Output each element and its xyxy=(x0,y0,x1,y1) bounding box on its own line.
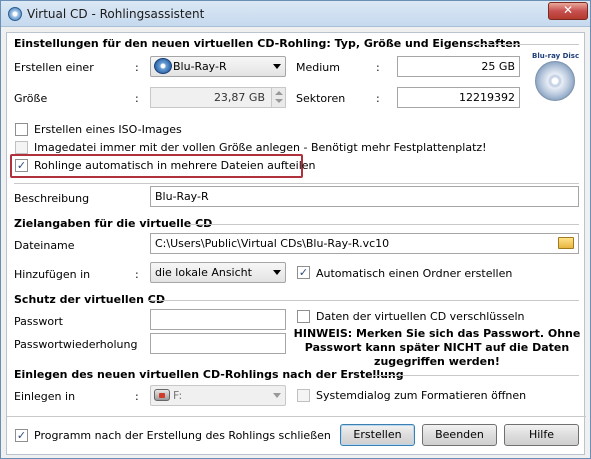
format-checkbox[interactable] xyxy=(297,389,310,402)
add-to-colon: : xyxy=(135,268,139,281)
size-label: Größe xyxy=(14,92,48,105)
protection-heading: Schutz der virtuellen CD xyxy=(14,293,165,306)
insert-heading: Einlegen des neuen virtuellen CD-Rohling… xyxy=(14,368,404,381)
target-separator xyxy=(187,224,579,225)
chevron-down-icon xyxy=(273,64,281,69)
size-colon: : xyxy=(135,92,139,105)
chevron-down-icon xyxy=(273,270,281,275)
bluray-disc-icon xyxy=(154,58,172,74)
target-heading: Zielangaben für die virtuelle CD xyxy=(14,217,213,230)
password-label: Passwort xyxy=(14,315,63,328)
size-spinbox[interactable]: 23,87 GB xyxy=(150,87,286,108)
create-type-value: Blu-Ray-R xyxy=(173,60,227,73)
sectors-colon: : xyxy=(376,92,380,105)
password-repeat-input[interactable] xyxy=(150,333,286,354)
settings-heading: Einstellungen für den neuen virtuellen C… xyxy=(14,37,521,50)
create-button[interactable]: Erstellen xyxy=(340,424,415,446)
hint-line-2: Passwort kann später NICHT auf die Daten xyxy=(304,341,570,354)
virtual-cd-app-icon xyxy=(8,7,22,21)
add-to-label: Hinzufügen in xyxy=(14,268,91,281)
auto-folder-label[interactable]: Automatisch einen Ordner erstellen xyxy=(316,267,512,280)
encrypt-checkbox[interactable] xyxy=(297,310,310,323)
spin-buttons[interactable] xyxy=(271,88,285,107)
insert-label: Einlegen in xyxy=(14,390,76,403)
iso-label[interactable]: Erstellen eines ISO-Images xyxy=(34,123,182,136)
format-label[interactable]: Systemdialog zum Formatieren öffnen xyxy=(316,389,526,402)
protection-separator xyxy=(149,300,579,301)
spin-up-icon[interactable] xyxy=(275,91,283,95)
settings-bottom-separator xyxy=(14,183,579,184)
add-to-value: die lokale Ansicht xyxy=(155,266,252,279)
drive-icon xyxy=(154,389,170,401)
password-input[interactable] xyxy=(150,309,286,330)
hint-line-1: HINWEIS: Merken Sie sich das Passwort. O… xyxy=(293,327,581,340)
size-value: 23,87 GB xyxy=(213,91,265,104)
window-title: Virtual CD - Rohlingsassistent xyxy=(27,7,205,21)
settings-separator xyxy=(473,44,579,45)
insert-drive-value: F: xyxy=(173,389,183,402)
description-label: Beschreibung xyxy=(14,192,90,205)
create-type-select[interactable]: Blu-Ray-R xyxy=(150,56,286,77)
footer-separator xyxy=(7,416,586,417)
create-colon: : xyxy=(135,61,139,74)
split-label[interactable]: Rohlinge automatisch in mehrere Dateien … xyxy=(34,159,316,172)
close-button[interactable]: ✕ xyxy=(548,2,588,20)
bluray-logo: Blu-ray Disc xyxy=(532,52,580,60)
insert-separator xyxy=(373,375,579,376)
help-button[interactable]: Hilfe xyxy=(504,424,579,446)
dialog-client-area: Einstellungen für den neuen virtuellen C… xyxy=(6,32,586,455)
chevron-down-icon xyxy=(273,393,281,398)
medium-label: Medium xyxy=(296,61,340,74)
description-input[interactable]: Blu-Ray-R xyxy=(150,186,579,207)
sectors-label: Sektoren xyxy=(296,92,346,105)
spin-down-icon[interactable] xyxy=(275,99,283,103)
browse-folder-icon[interactable] xyxy=(558,237,574,249)
filename-input[interactable]: C:\Users\Public\Virtual CDs\Blu-Ray-R.vc… xyxy=(150,233,579,254)
create-label: Erstellen einer xyxy=(14,61,94,74)
medium-colon: : xyxy=(376,61,380,74)
password-hint: HINWEIS: Merken Sie sich das Passwort. O… xyxy=(289,327,585,369)
fullsize-checkbox[interactable] xyxy=(15,141,28,154)
medium-field: 25 GB xyxy=(397,56,520,77)
password-repeat-label: Passwortwiederholung xyxy=(14,338,138,351)
hint-line-3: zugegriffen werden! xyxy=(374,355,500,368)
encrypt-label[interactable]: Daten der virtuellen CD verschlüsseln xyxy=(316,310,525,323)
bluray-disc-image xyxy=(535,61,575,101)
close-after-checkbox[interactable]: ✓ xyxy=(15,429,28,442)
auto-folder-checkbox[interactable]: ✓ xyxy=(297,266,310,279)
insert-drive-select[interactable]: F: xyxy=(150,385,286,406)
close-after-label[interactable]: Programm nach der Erstellung des Rohling… xyxy=(34,429,331,442)
sectors-field: 12219392 xyxy=(397,87,520,108)
split-checkbox[interactable]: ✓ xyxy=(15,159,28,172)
filename-label: Dateiname xyxy=(14,239,75,252)
fullsize-label[interactable]: Imagedatei immer mit der vollen Größe an… xyxy=(34,141,487,154)
add-to-select[interactable]: die lokale Ansicht xyxy=(150,262,286,283)
exit-button[interactable]: Beenden xyxy=(422,424,497,446)
iso-checkbox[interactable] xyxy=(15,123,28,136)
insert-colon: : xyxy=(135,390,139,403)
title-bar[interactable]: Virtual CD - Rohlingsassistent ✕ xyxy=(1,1,590,27)
dialog-window: Virtual CD - Rohlingsassistent ✕ Einstel… xyxy=(0,0,591,459)
